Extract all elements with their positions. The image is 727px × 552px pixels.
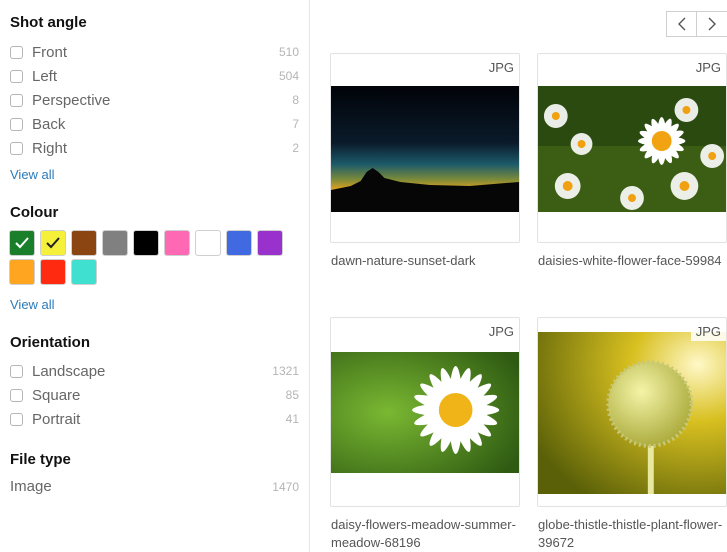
colour-swatch[interactable] bbox=[195, 230, 221, 256]
result-card-dawn-nature-sunset-dark[interactable]: JPG bbox=[330, 53, 520, 243]
globe-thistle-image bbox=[538, 332, 726, 494]
facet-label: Perspective bbox=[32, 91, 111, 109]
colour-title: Colour bbox=[10, 204, 59, 221]
colour-swatch[interactable] bbox=[71, 259, 97, 285]
colour-view-all-link[interactable]: View all bbox=[10, 297, 55, 312]
filter-orientation-square[interactable]: Square 85 bbox=[10, 384, 299, 406]
checkmark-icon bbox=[15, 237, 29, 249]
previous-page-button[interactable] bbox=[666, 11, 697, 37]
filter-orientation-landscape[interactable]: Landscape 1321 bbox=[10, 360, 299, 382]
checkbox[interactable] bbox=[10, 412, 23, 426]
next-page-button[interactable] bbox=[697, 11, 727, 37]
facet-label: Right bbox=[32, 139, 68, 157]
result-card-globe-thistle[interactable]: JPG bbox=[537, 317, 727, 507]
checkbox[interactable] bbox=[10, 388, 23, 402]
facet-label: Back bbox=[32, 115, 66, 133]
result-caption[interactable]: daisy-flowers-meadow-summer-meadow-68196 bbox=[331, 516, 516, 552]
facet-label: Front bbox=[32, 43, 68, 61]
colour-swatch[interactable] bbox=[164, 230, 190, 256]
chevron-left-icon bbox=[677, 17, 685, 31]
facet-count: 1321 bbox=[272, 364, 299, 378]
colour-swatch[interactable] bbox=[40, 230, 66, 256]
colour-swatch[interactable] bbox=[9, 259, 35, 285]
colour-swatch[interactable] bbox=[9, 230, 35, 256]
facet-count: 41 bbox=[285, 412, 299, 426]
facet-count: 2 bbox=[292, 141, 299, 155]
result-thumbnail-image[interactable] bbox=[538, 332, 726, 494]
result-caption[interactable]: globe-thistle-thistle-plant-flower-39672 bbox=[538, 516, 723, 552]
filter-shot-angle-perspective[interactable]: Perspective 8 bbox=[10, 89, 299, 111]
facet-label: Portrait bbox=[32, 410, 81, 428]
facet-count: 510 bbox=[278, 45, 299, 59]
colour-swatch[interactable] bbox=[133, 230, 159, 256]
colour-swatch[interactable] bbox=[71, 230, 97, 256]
facet-count: 504 bbox=[278, 69, 299, 83]
facet-count: 1470 bbox=[272, 479, 299, 494]
result-thumbnail-image[interactable] bbox=[331, 86, 519, 212]
daisy-image bbox=[331, 352, 519, 473]
facet-count: 7 bbox=[292, 117, 299, 131]
result-caption[interactable]: daisies-white-flower-face-59984 bbox=[538, 252, 723, 270]
filter-shot-angle-front[interactable]: Front 510 bbox=[10, 41, 299, 63]
file-type-badge: JPG bbox=[690, 322, 726, 341]
sunset-image bbox=[331, 86, 519, 212]
filter-sidebar: Shot angle Front 510 Left 504 Perspectiv… bbox=[0, 0, 310, 552]
facet-label: Left bbox=[32, 67, 58, 85]
checkmark-icon bbox=[46, 237, 60, 249]
shot-angle-view-all-link[interactable]: View all bbox=[10, 167, 55, 182]
facet-count: 8 bbox=[292, 93, 299, 107]
colour-swatch[interactable] bbox=[257, 230, 283, 256]
checkbox[interactable] bbox=[10, 45, 23, 59]
result-caption[interactable]: dawn-nature-sunset-dark bbox=[331, 252, 516, 270]
result-thumbnail-image[interactable] bbox=[331, 352, 519, 473]
checkbox[interactable] bbox=[10, 364, 23, 378]
file-type-badge: JPG bbox=[690, 58, 726, 77]
result-card-daisies-white-flower-face[interactable]: JPG bbox=[537, 53, 727, 243]
file-type-title: File type bbox=[10, 451, 71, 468]
checkbox[interactable] bbox=[10, 69, 23, 83]
file-type-badge: JPG bbox=[483, 58, 519, 77]
shot-angle-title: Shot angle bbox=[10, 14, 87, 31]
colour-swatch[interactable] bbox=[102, 230, 128, 256]
daisies-image bbox=[538, 86, 726, 212]
checkbox[interactable] bbox=[10, 93, 23, 107]
colour-swatch[interactable] bbox=[40, 259, 66, 285]
filter-shot-angle-left[interactable]: Left 504 bbox=[10, 65, 299, 87]
pagination bbox=[666, 11, 727, 37]
checkbox[interactable] bbox=[10, 117, 23, 131]
facet-label: Image bbox=[10, 478, 52, 495]
result-card-daisy-flowers-meadow[interactable]: JPG bbox=[330, 317, 520, 507]
colour-swatch[interactable] bbox=[226, 230, 252, 256]
filter-orientation-portrait[interactable]: Portrait 41 bbox=[10, 408, 299, 430]
filter-file-type-image[interactable]: Image 1470 bbox=[10, 478, 299, 495]
chevron-right-icon bbox=[708, 17, 716, 31]
facet-count: 85 bbox=[285, 388, 299, 402]
facet-label: Square bbox=[32, 386, 81, 404]
orientation-title: Orientation bbox=[10, 334, 91, 351]
file-type-badge: JPG bbox=[483, 322, 519, 341]
filter-shot-angle-right[interactable]: Right 2 bbox=[10, 137, 299, 159]
facet-label: Landscape bbox=[32, 362, 106, 380]
result-thumbnail-image[interactable] bbox=[538, 86, 726, 212]
checkbox[interactable] bbox=[10, 141, 23, 155]
filter-shot-angle-back[interactable]: Back 7 bbox=[10, 113, 299, 135]
